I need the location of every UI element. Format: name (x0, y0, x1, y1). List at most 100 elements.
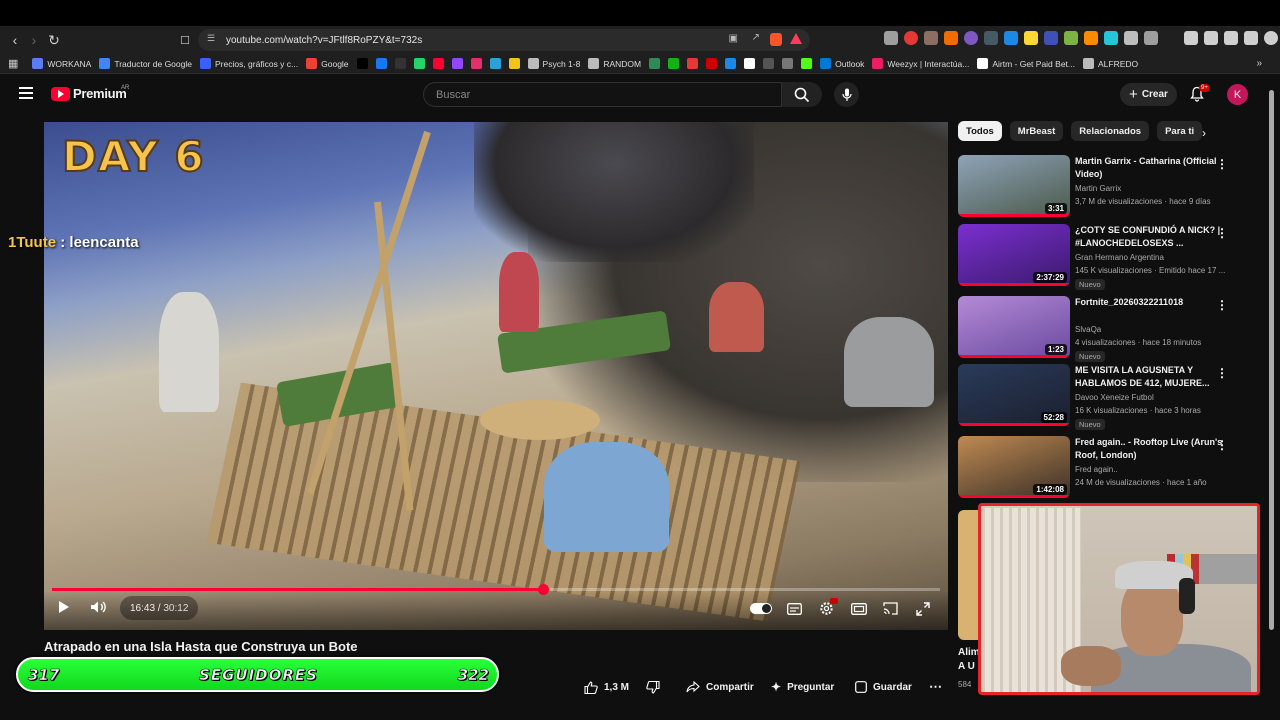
bookmark-item[interactable] (375, 58, 387, 69)
extension-icon[interactable] (884, 31, 898, 45)
video-thumbnail[interactable]: 1:42:08 (958, 436, 1070, 498)
video-thumbnail[interactable]: 52:28 (958, 364, 1070, 426)
extension-icon[interactable] (1104, 31, 1118, 45)
page-scrollbar[interactable] (1269, 90, 1274, 630)
apps-grid-icon[interactable]: ▦ (8, 57, 18, 70)
rewards-icon[interactable] (790, 33, 802, 44)
video-player[interactable]: DAY 6 16:43 / 30:12 (44, 122, 948, 630)
more-vert-icon[interactable]: ⋮ (1216, 366, 1228, 380)
install-icon[interactable]: ▣ (729, 33, 738, 44)
more-vert-icon[interactable]: ⋮ (1216, 226, 1228, 240)
create-button[interactable]: + Crear (1120, 83, 1177, 106)
extension-icon[interactable] (1064, 31, 1078, 45)
subtitles-button[interactable] (785, 599, 804, 618)
music-icon[interactable] (1184, 31, 1198, 45)
share-button[interactable]: Compartir (686, 676, 754, 698)
share-icon[interactable]: ↗ (752, 32, 760, 43)
chip-relacionados[interactable]: Relacionados (1071, 121, 1150, 141)
recommendation-title[interactable]: Fred again.. - Rooftop Live (Arun's Roof… (1075, 436, 1223, 462)
leo-icon[interactable] (1244, 31, 1258, 45)
bookmark-item[interactable]: ALFREDO (1083, 58, 1138, 69)
extension-icon[interactable] (924, 31, 938, 45)
extension-icon[interactable] (1024, 31, 1038, 45)
bookmark-item[interactable] (801, 58, 813, 69)
voice-search-button[interactable] (834, 82, 859, 107)
partial-rec-title-2[interactable]: A U (958, 661, 975, 672)
bookmark-item[interactable]: Airtm - Get Paid Bet... (977, 58, 1075, 69)
recommendation-item[interactable]: 1:42:08 Fred again.. - Rooftop Live (Arun… (958, 436, 1238, 500)
sidebar-icon[interactable] (1204, 31, 1218, 45)
video-thumbnail[interactable]: 1:23 (958, 296, 1070, 358)
site-info-icon[interactable]: ☰ (207, 33, 215, 44)
chip-para-ti[interactable]: Para ti (1157, 121, 1203, 141)
extension-icon[interactable] (984, 31, 998, 45)
reload-icon[interactable]: ↻ (44, 30, 64, 50)
bookmark-item[interactable] (489, 58, 501, 69)
like-button[interactable]: 1,3 M (584, 676, 629, 698)
recommendation-item[interactable]: 3:31 Martin Garrix - Catharina (Official … (958, 155, 1238, 219)
bookmark-item[interactable] (782, 58, 794, 69)
channel-name[interactable]: Fred again.. (1075, 465, 1118, 474)
search-button[interactable] (782, 82, 822, 107)
recommendation-item[interactable]: 52:28 ME VISITA LA AGUSNETA Y HABLAMOS DE… (958, 364, 1238, 430)
bookmark-item[interactable] (668, 58, 680, 69)
extension-icon[interactable] (1084, 31, 1098, 45)
autoplay-toggle[interactable] (750, 603, 772, 614)
save-button[interactable]: Guardar (855, 676, 912, 698)
video-thumbnail[interactable]: 2:37:29 (958, 224, 1070, 286)
bookmark-item[interactable]: Psych 1-8 (527, 58, 580, 69)
channel-name[interactable]: Davoo Xeneize Futbol (1075, 393, 1154, 402)
chip-mrbeast[interactable]: MrBeast (1009, 121, 1064, 141)
dislike-button[interactable] (646, 676, 660, 698)
wallet-icon[interactable] (1224, 31, 1238, 45)
recommendation-item[interactable]: 1:23 Fortnite_20260322211018 SlvaQa 4 visua… (958, 296, 1238, 362)
fullscreen-button[interactable] (913, 599, 932, 618)
video-thumbnail[interactable]: 3:31 (958, 155, 1070, 217)
recommendation-item[interactable]: 2:37:29 ¿COTY SE CONFUNDIÓ A NICK? | #LAN… (958, 224, 1238, 290)
youtube-premium-logo[interactable]: Premium (51, 86, 127, 101)
hamburger-menu-icon[interactable] (19, 87, 33, 99)
cast-button[interactable] (881, 599, 900, 618)
chevron-right-icon[interactable]: › (1202, 126, 1206, 140)
bookmark-item[interactable] (394, 58, 406, 69)
bookmark-item[interactable] (706, 58, 718, 69)
recommendation-title[interactable]: ME VISITA LA AGUSNETA Y HABLAMOS DE 412,… (1075, 364, 1223, 390)
extension-icon[interactable] (964, 31, 978, 45)
bookmark-item[interactable] (508, 58, 520, 69)
search-input[interactable]: Buscar (423, 82, 782, 107)
puzzle-icon[interactable] (1124, 31, 1138, 45)
bookmark-item[interactable]: Weezyx | Interactúa... (872, 58, 969, 69)
bookmark-item[interactable]: Precios, gráficos y c... (199, 58, 298, 69)
bookmark-item[interactable] (356, 58, 368, 69)
bookmark-item[interactable] (451, 58, 463, 69)
more-bookmarks-icon[interactable]: » (1256, 58, 1262, 69)
settings-button[interactable] (817, 598, 838, 618)
more-actions-button[interactable]: ⋯ (929, 676, 942, 698)
extension-icon[interactable] (1004, 31, 1018, 45)
extension-icon[interactable] (1044, 31, 1058, 45)
brave-shield-icon[interactable] (770, 33, 782, 46)
more-vert-icon[interactable]: ⋮ (1216, 157, 1228, 171)
bookmark-item[interactable]: RANDOM (588, 58, 641, 69)
bookmark-star-icon[interactable]: ☐ (175, 30, 195, 50)
chip-todos[interactable]: Todos (958, 121, 1002, 141)
bookmark-item[interactable] (413, 58, 425, 69)
bookmark-item[interactable] (744, 58, 756, 69)
recommendation-title[interactable]: ¿COTY SE CONFUNDIÓ A NICK? | #LANOCHEDEL… (1075, 224, 1223, 250)
bookmark-item[interactable]: Traductor de Google (99, 58, 192, 69)
bookmark-item[interactable]: Outlook (820, 58, 864, 69)
bookmark-item[interactable] (649, 58, 661, 69)
address-bar[interactable]: ☰ youtube.com/watch?v=JFtlf8RoPZY&t=732s… (198, 29, 810, 51)
bookmark-item[interactable] (763, 58, 775, 69)
ask-button[interactable]: ✦ Preguntar (771, 676, 834, 698)
bookmark-item[interactable]: Google (306, 58, 349, 69)
bookmark-item[interactable] (470, 58, 482, 69)
extension-icon[interactable] (904, 31, 918, 45)
bookmark-item[interactable] (725, 58, 737, 69)
bookmark-item[interactable] (432, 58, 444, 69)
vpn-icon[interactable] (1264, 31, 1278, 45)
volume-button[interactable] (90, 600, 108, 614)
recommendation-title[interactable]: Martin Garrix - Catharina (Official Vide… (1075, 155, 1223, 181)
channel-name[interactable]: SlvaQa (1075, 325, 1101, 334)
theater-mode-button[interactable] (849, 599, 868, 618)
